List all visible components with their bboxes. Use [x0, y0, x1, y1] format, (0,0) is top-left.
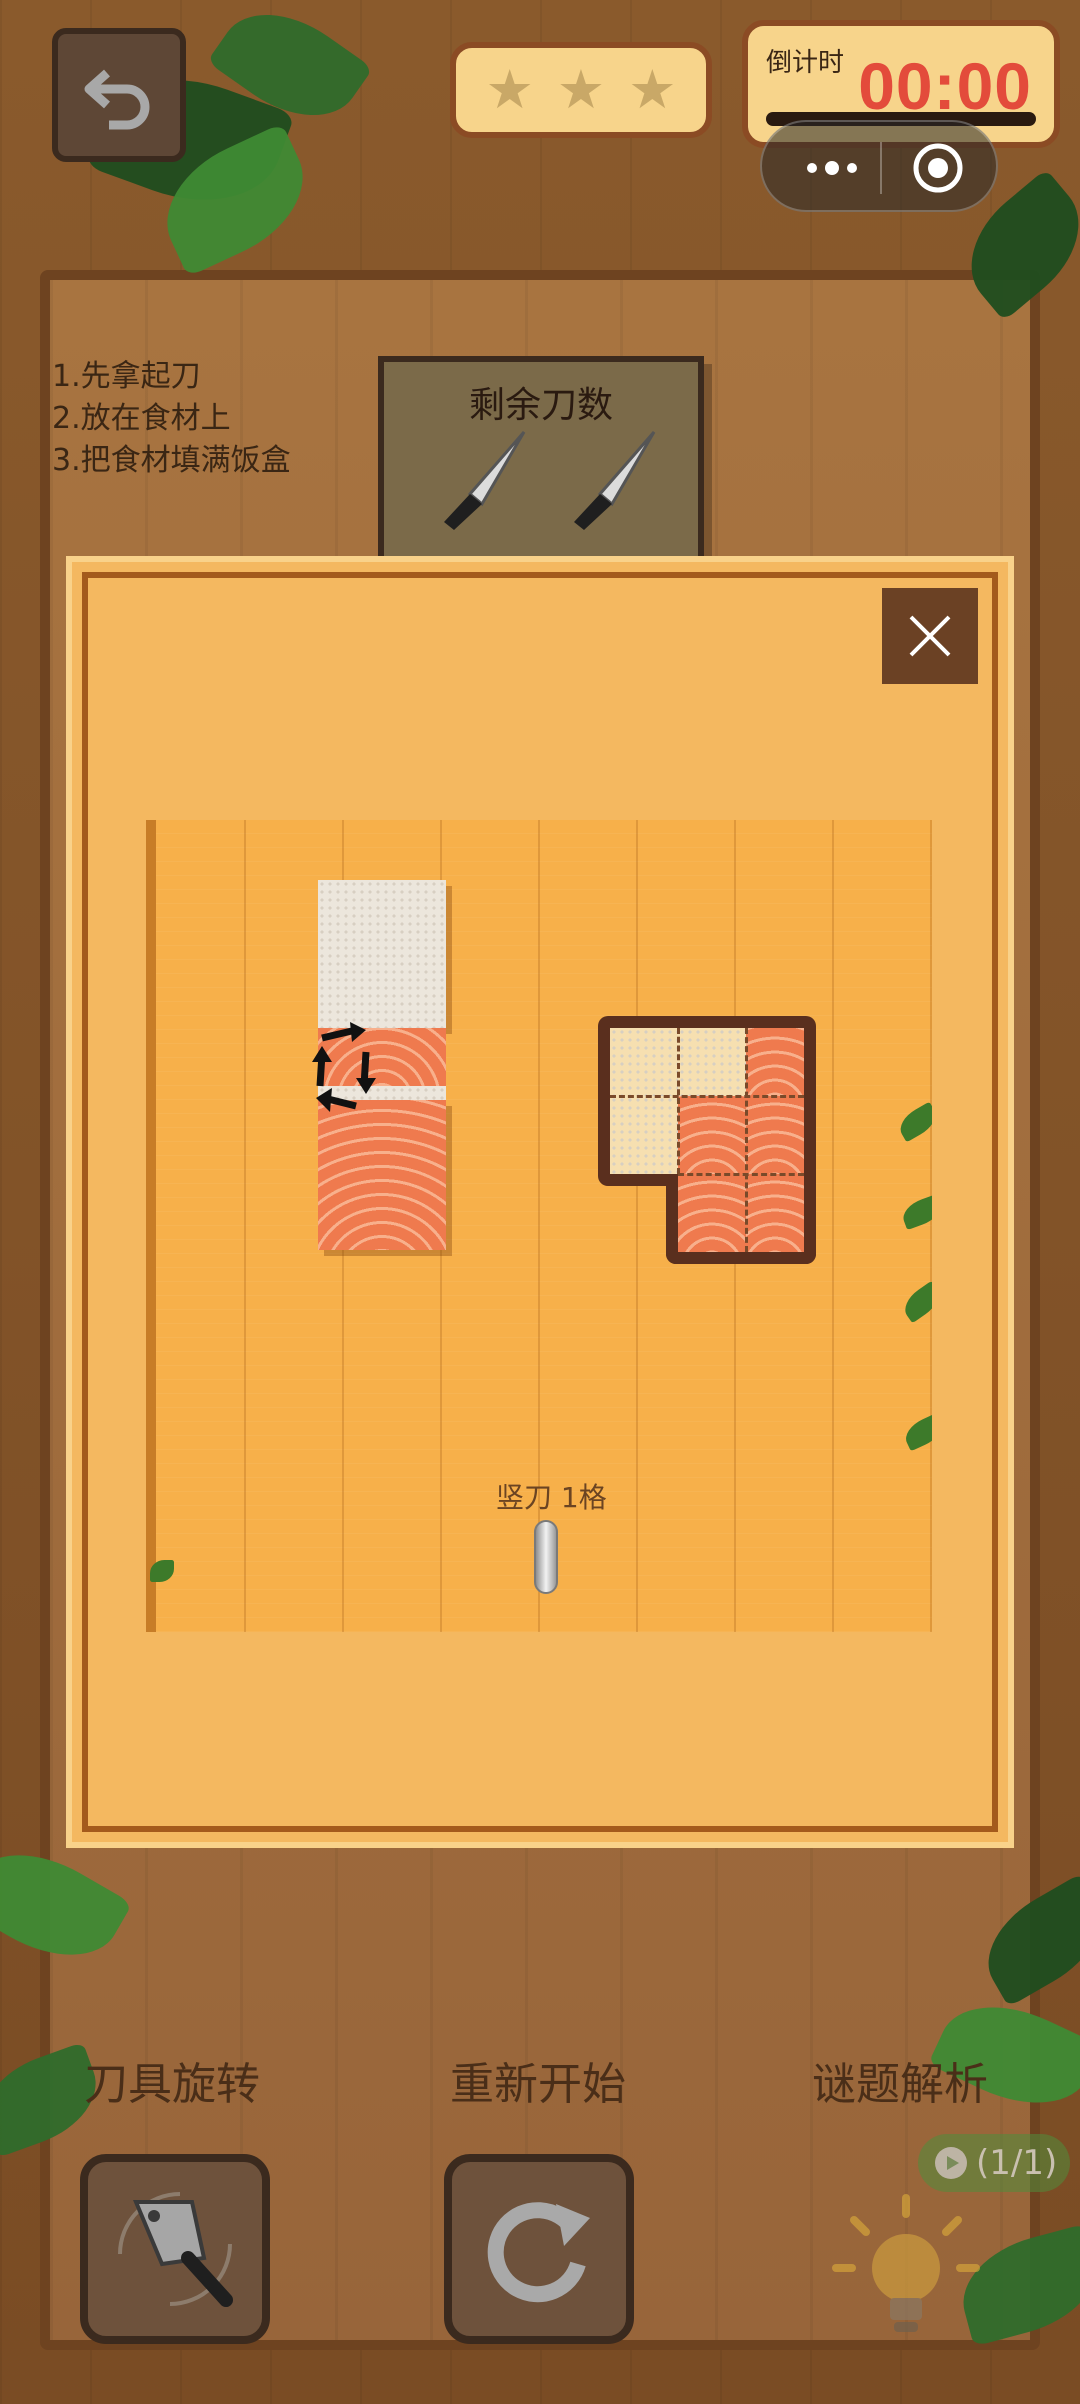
- tray-cell-empty: [678, 1028, 746, 1096]
- preview-edge: [146, 820, 156, 1632]
- lightbulb-icon: [832, 2194, 980, 2332]
- star-icon: ★: [485, 58, 534, 121]
- more-options-button[interactable]: [792, 144, 872, 192]
- knife-hint-label: 竖刀 1格: [496, 1481, 607, 1514]
- knife-icon: [574, 431, 656, 530]
- tray-cell-empty: [610, 1028, 678, 1096]
- instruction-step: 2.放在食材上: [52, 401, 231, 436]
- refresh-icon: [487, 2202, 590, 2303]
- instruction-step: 1.先拿起刀: [52, 359, 201, 394]
- restart-button[interactable]: [444, 2154, 634, 2344]
- tray-cell-filled: [678, 1174, 746, 1252]
- leaf-decoration: [894, 1101, 932, 1143]
- undo-button[interactable]: [52, 28, 186, 162]
- undo-arrow-icon: [84, 69, 150, 130]
- play-icon: [935, 2147, 967, 2179]
- timer-label: 倒计时: [766, 48, 845, 78]
- video-hint-counter[interactable]: (1/1): [918, 2134, 1070, 2192]
- tray-cell-filled: [678, 1096, 746, 1174]
- rotate-arrows-icon: [312, 1022, 376, 1112]
- tray-grid-line: [610, 1095, 804, 1098]
- rice-block: [318, 880, 446, 1028]
- cleaver-icon: [118, 2192, 233, 2307]
- instructions: 1.先拿起刀 2.放在食材上 3.把食材填满饭盒: [52, 356, 291, 482]
- more-dots-icon: [807, 161, 857, 175]
- leaf-decoration: [900, 1412, 932, 1452]
- tray-grid-line: [678, 1173, 804, 1176]
- knife-icon: [444, 431, 526, 530]
- close-button[interactable]: [882, 588, 978, 684]
- rotate-knife-button[interactable]: [80, 2154, 270, 2344]
- video-count-text: (1/1): [976, 2143, 1058, 2183]
- tray-cell-empty: [610, 1096, 678, 1174]
- leaf-decoration: [899, 1193, 932, 1231]
- target-circle-icon: [913, 143, 963, 193]
- leaf-decoration: [150, 1560, 174, 1582]
- instruction-step: 3.把食材填满饭盒: [52, 443, 291, 478]
- tray-grid-line: [745, 1028, 748, 1252]
- salmon-block: [318, 1100, 446, 1250]
- tray-cell-filled: [746, 1174, 804, 1252]
- star-icon: ★: [556, 58, 606, 121]
- star-icon: ★: [628, 58, 677, 121]
- mini-program-capsule: [760, 120, 998, 212]
- remaining-knives-panel: 剩余刀数: [378, 356, 704, 566]
- solution-button[interactable]: [826, 2190, 986, 2350]
- capsule-divider: [880, 142, 882, 194]
- tray-grid-line: [677, 1028, 680, 1174]
- remaining-knives-title: 剩余刀数: [468, 385, 613, 426]
- close-icon: [909, 615, 951, 657]
- solution-label: 谜题解析: [812, 2059, 988, 2110]
- leaf-decoration: [898, 1280, 932, 1324]
- rotate-knife-label: 刀具旋转: [84, 2059, 260, 2110]
- star-rating: ★ ★ ★: [450, 42, 712, 138]
- restart-label: 重新开始: [450, 2059, 626, 2110]
- tray-cell-filled: [746, 1028, 804, 1096]
- close-miniprogram-button[interactable]: [902, 142, 974, 194]
- tray-cell-filled: [746, 1096, 804, 1174]
- knife-handle[interactable]: [534, 1520, 558, 1594]
